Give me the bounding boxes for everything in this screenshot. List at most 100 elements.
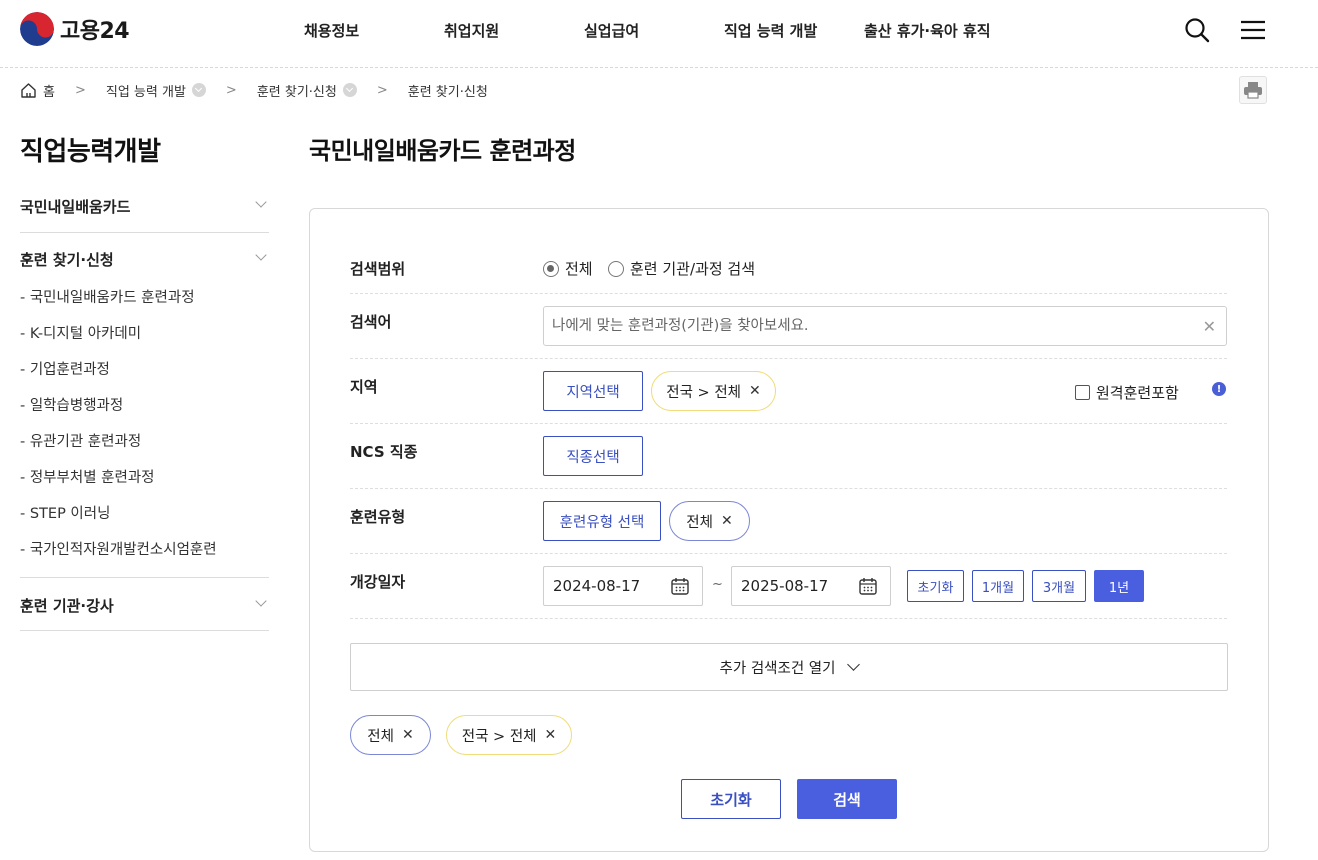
keyword-field: ✕ <box>543 306 1227 346</box>
breadcrumb-separator-icon: > <box>376 82 388 98</box>
chevron-down-icon <box>847 658 861 671</box>
search-icon[interactable] <box>1183 16 1211 44</box>
radio-checked-icon <box>543 260 559 277</box>
training-type-label: 훈련유형 <box>350 508 406 526</box>
remove-chip-icon[interactable]: ✕ <box>545 727 557 743</box>
sidebar-item-work-study[interactable]: - 일학습병행과정 <box>20 394 123 415</box>
chip-label: 전체 <box>367 728 394 745</box>
row-divider <box>350 618 1227 619</box>
site-logo[interactable]: 고용24 <box>20 12 130 46</box>
sidebar-item-company-training[interactable]: - 기업훈련과정 <box>20 358 110 379</box>
nav-item-unemployment-benefit[interactable]: 실업급여 <box>584 20 639 41</box>
period-1year-button[interactable]: 1년 <box>1094 570 1144 602</box>
chip-label: 전국 > 전체 <box>666 384 741 401</box>
scope-label: 검색범위 <box>350 260 406 278</box>
print-button[interactable] <box>1239 76 1267 104</box>
divider <box>20 232 269 233</box>
sidebar-section-institutions[interactable]: 훈련 기관·강사 <box>20 595 269 616</box>
region-label: 지역 <box>350 378 378 396</box>
more-conditions-button[interactable]: 추가 검색조건 열기 <box>350 643 1228 691</box>
nav-item-parental-leave[interactable]: 출산 휴가·육아 휴직 <box>864 20 991 41</box>
date-from-field[interactable]: 2024-08-17 <box>543 566 703 606</box>
ncs-select-button[interactable]: 직종선택 <box>543 436 643 476</box>
date-to-field[interactable]: 2025-08-17 <box>731 566 891 606</box>
period-reset-button[interactable]: 초기화 <box>907 570 964 602</box>
scope-radio-institution[interactable]: 훈련 기관/과정 검색 <box>608 258 755 279</box>
calendar-icon[interactable] <box>858 576 878 596</box>
radio-label: 전체 <box>565 260 593 278</box>
checkbox-label: 원격훈련포함 <box>1096 384 1179 402</box>
breadcrumb-separator-icon: > <box>74 82 86 98</box>
nav-item-jobs[interactable]: 채용정보 <box>304 20 359 41</box>
sidebar-item-consortium[interactable]: - 국가인적자원개발컨소시엄훈련 <box>20 538 217 559</box>
row-divider <box>350 358 1227 359</box>
scope-radio-all[interactable]: 전체 <box>543 258 593 279</box>
date-to-value: 2025-08-17 <box>741 577 829 595</box>
chip-label: 전국 > 전체 <box>461 728 537 745</box>
logo-text: 고용24 <box>60 19 130 44</box>
sidebar-item-card-courses[interactable]: - 국민내일배움카드 훈련과정 <box>20 286 195 307</box>
keyword-label: 검색어 <box>350 313 392 331</box>
chevron-down-icon <box>255 196 267 208</box>
keyword-input[interactable] <box>544 307 1184 345</box>
sidebar-title: 직업능력개발 <box>20 137 161 167</box>
remote-training-checkbox[interactable]: 원격훈련포함 <box>1075 382 1179 403</box>
ncs-label: NCS 직종 <box>350 443 418 461</box>
region-chip: 전국 > 전체 ✕ <box>651 371 776 411</box>
sidebar-section-card[interactable]: 국민내일배움카드 <box>20 196 269 217</box>
date-from-value: 2024-08-17 <box>553 577 641 595</box>
row-divider <box>350 488 1227 489</box>
training-type-select-button[interactable]: 훈련유형 선택 <box>543 501 661 541</box>
checkbox-icon <box>1075 385 1090 400</box>
chevron-down-icon <box>255 595 267 607</box>
breadcrumb-item-job-skills[interactable]: 직업 능력 개발 <box>106 81 186 100</box>
remove-chip-icon[interactable]: ✕ <box>402 727 414 743</box>
breadcrumb-current: 훈련 찾기·신청 <box>407 84 488 100</box>
period-1month-button[interactable]: 1개월 <box>972 570 1024 602</box>
chip-label: 전체 <box>686 514 713 531</box>
breadcrumb-home[interactable]: 홈 <box>43 81 55 100</box>
calendar-icon[interactable] <box>670 576 690 596</box>
taegeuk-emblem-icon <box>20 12 54 46</box>
radio-label: 훈련 기관/과정 검색 <box>630 260 755 278</box>
nav-item-job-skills[interactable]: 직업 능력 개발 <box>724 20 817 41</box>
date-separator: ~ <box>712 577 723 592</box>
selected-chip-type: 전체 ✕ <box>350 715 431 755</box>
home-icon[interactable] <box>20 82 37 99</box>
search-panel <box>309 208 1269 852</box>
clear-icon[interactable]: ✕ <box>1203 317 1216 336</box>
search-button[interactable]: 검색 <box>797 779 897 819</box>
breadcrumb-item-training-search[interactable]: 훈련 찾기·신청 <box>257 81 337 100</box>
sidebar-item-k-digital[interactable]: - K-디지털 아카데미 <box>20 322 141 343</box>
region-select-button[interactable]: 지역선택 <box>543 371 643 411</box>
sidebar-section-training-search[interactable]: 훈련 찾기·신청 <box>20 249 269 270</box>
remove-chip-icon[interactable]: ✕ <box>749 383 761 399</box>
row-divider <box>350 553 1227 554</box>
chevron-down-icon[interactable] <box>191 83 206 97</box>
breadcrumb: 홈 > 직업 능력 개발 > 훈련 찾기·신청 > 훈련 찾기·신청 <box>20 80 488 100</box>
site-header: 고용24 채용정보 취업지원 실업급여 직업 능력 개발 출산 휴가·육아 휴직 <box>0 0 1318 68</box>
breadcrumb-separator-icon: > <box>225 82 237 98</box>
selected-chip-region: 전국 > 전체 ✕ <box>446 715 572 755</box>
info-icon[interactable]: ! <box>1212 382 1226 396</box>
training-type-chip: 전체 ✕ <box>669 501 750 541</box>
radio-unchecked-icon <box>608 260 624 277</box>
printer-icon <box>1244 82 1262 99</box>
chevron-down-icon[interactable] <box>342 83 357 97</box>
reset-button[interactable]: 초기화 <box>681 779 781 819</box>
period-3month-button[interactable]: 3개월 <box>1032 570 1086 602</box>
start-date-label: 개강일자 <box>350 573 406 591</box>
divider <box>20 630 269 631</box>
row-divider <box>350 293 1227 294</box>
menu-icon[interactable] <box>1239 16 1267 44</box>
remove-chip-icon[interactable]: ✕ <box>721 513 733 529</box>
sidebar-section-label: 훈련 기관·강사 <box>20 597 114 615</box>
sidebar-item-related-institutions[interactable]: - 유관기관 훈련과정 <box>20 430 141 451</box>
sidebar-item-step-elearning[interactable]: - STEP 이러닝 <box>20 502 110 523</box>
more-conditions-label: 추가 검색조건 열기 <box>719 660 836 677</box>
nav-item-employment-support[interactable]: 취업지원 <box>444 20 499 41</box>
row-divider <box>350 423 1227 424</box>
divider <box>20 577 269 578</box>
sidebar-item-ministry-courses[interactable]: - 정부부처별 훈련과정 <box>20 466 155 487</box>
chevron-down-icon <box>255 249 267 261</box>
